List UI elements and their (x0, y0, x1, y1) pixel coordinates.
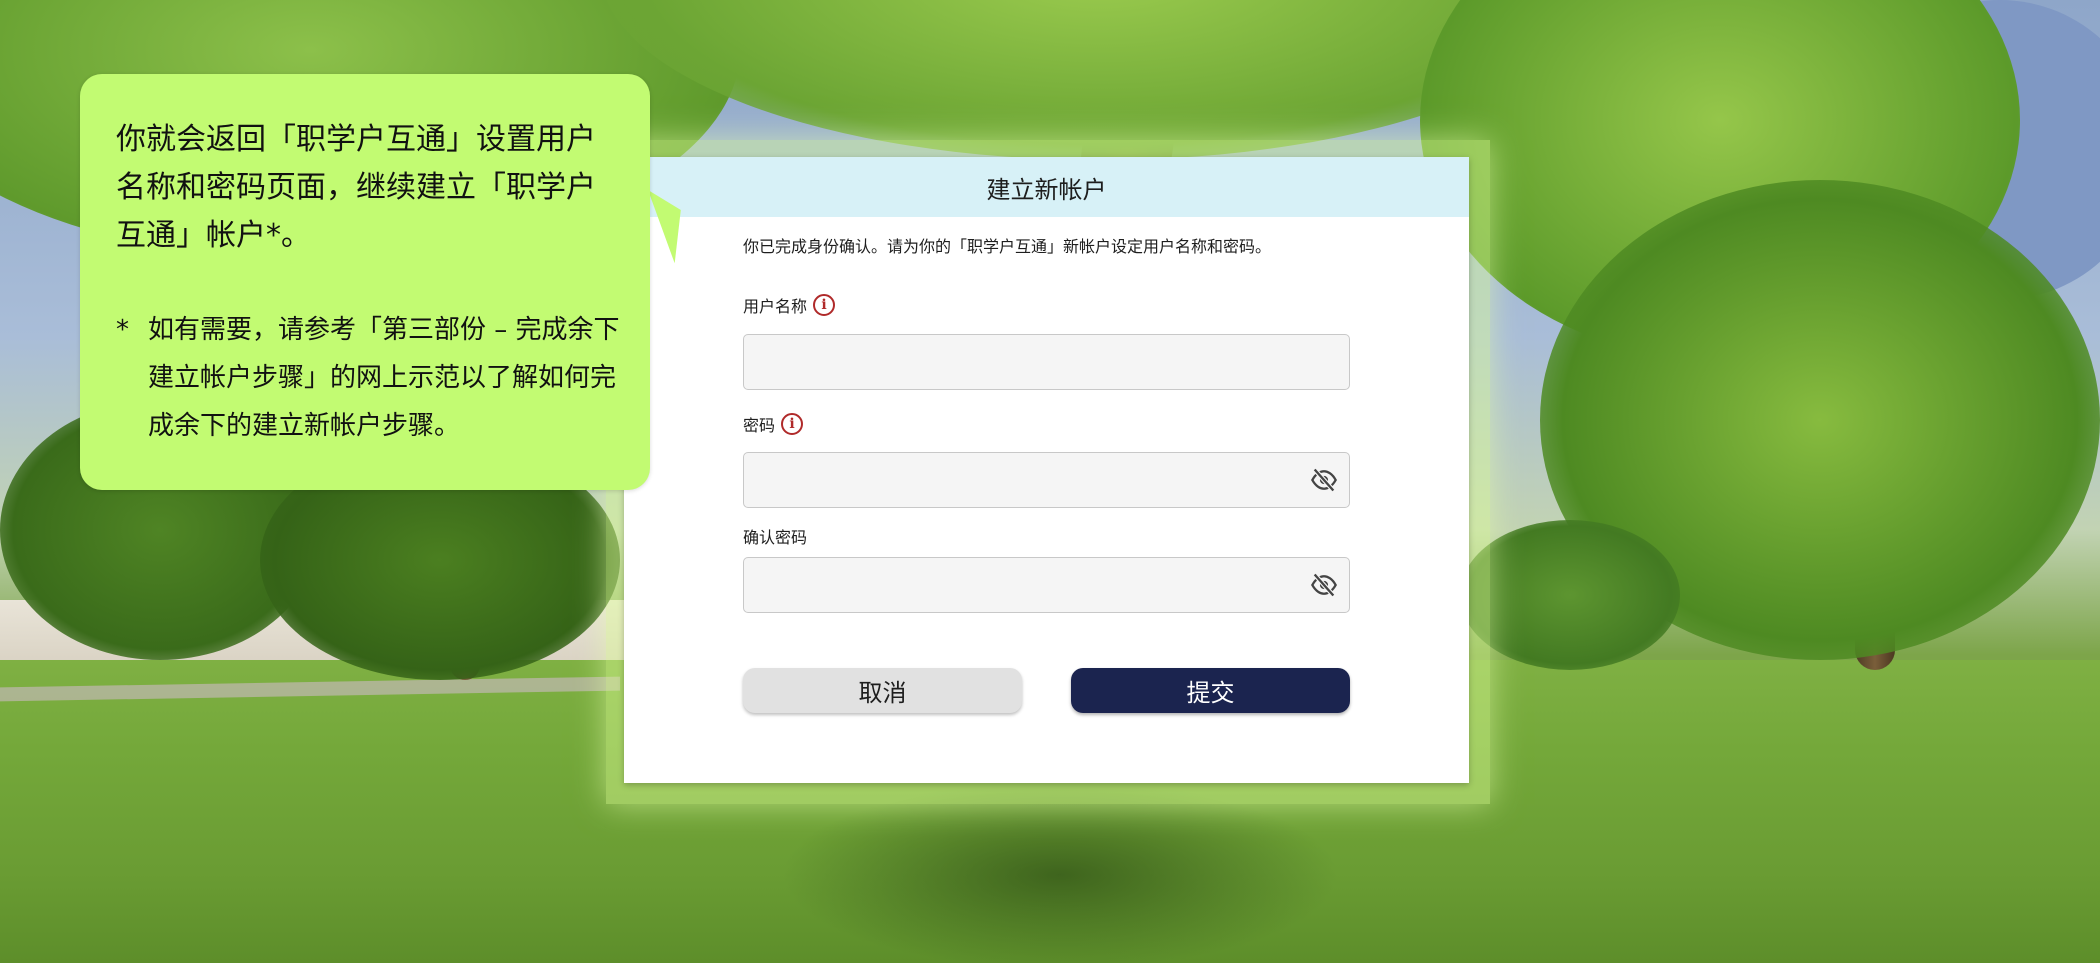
callout-main-text: 你就会返回「职学户互通」设置用户名称和密码页面，继续建立「职学户互通」帐户*。 (116, 122, 596, 253)
cancel-button[interactable]: 取消 (743, 668, 1022, 713)
footnote-text: 如有需要，请参考「第三部份 – 完成余下建立帐户步骤」的网上示范以了解如何完成余… (148, 315, 620, 441)
confirm-password-input[interactable] (743, 557, 1350, 613)
submit-button-label: 提交 (1186, 679, 1235, 707)
info-circle-icon[interactable]: i (813, 294, 836, 316)
tree-shadow (780, 780, 1340, 963)
dialog-title: 建立新帐户 (986, 175, 1107, 204)
info-circle-icon[interactable]: i (781, 413, 804, 435)
create-account-dialog: 建立新帐户 你已完成身份确认。请为你的「职学户互通」新帐户设定用户名称和密码。 … (624, 157, 1469, 783)
right-bush (1460, 520, 1680, 670)
dialog-header: 建立新帐户 (624, 157, 1469, 217)
footnote-marker: * (116, 315, 129, 345)
eye-slash-icon[interactable] (1310, 571, 1338, 599)
password-label: 密码 (743, 416, 776, 435)
username-input[interactable] (743, 334, 1350, 390)
username-label: 用户名称 (743, 297, 808, 316)
cancel-button-label: 取消 (858, 679, 907, 707)
submit-button[interactable]: 提交 (1071, 668, 1350, 713)
confirm-password-label: 确认密码 (743, 528, 808, 547)
callout-footnote: * 如有需要，请参考「第三部份 – 完成余下建立帐户步骤」的网上示范以了解如何完… (116, 306, 626, 450)
username-label-row: 用户名称 i (743, 293, 836, 317)
eye-slash-icon[interactable] (1310, 466, 1338, 494)
password-label-row: 密码 i (743, 412, 804, 436)
instruction-callout: 你就会返回「职学户互通」设置用户名称和密码页面，继续建立「职学户互通」帐户*。 … (80, 74, 650, 490)
confirm-password-label-row: 确认密码 (743, 524, 807, 548)
dialog-intro: 你已完成身份确认。请为你的「职学户互通」新帐户设定用户名称和密码。 (743, 237, 1272, 256)
password-input[interactable] (743, 452, 1350, 508)
